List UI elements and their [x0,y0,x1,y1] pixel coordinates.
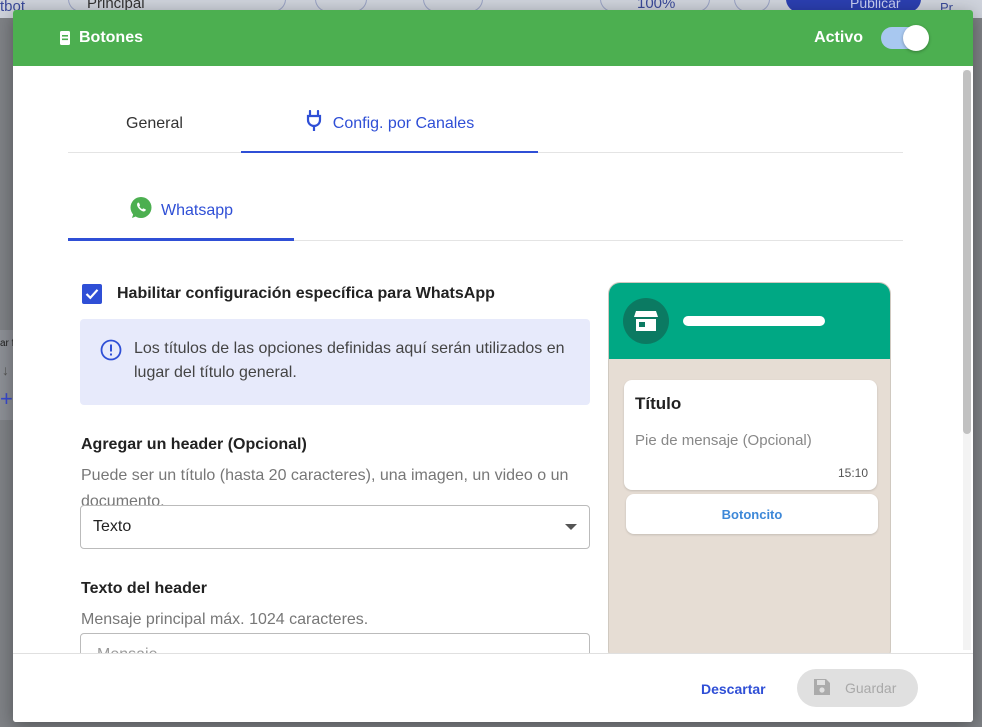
info-alert: Los títulos de las opciones definidas aq… [80,319,590,405]
header-type-value: Texto [93,518,132,535]
save-label: Guardar [845,680,897,696]
enable-whatsapp-label: Habilitar configuración específica para … [117,285,495,302]
chevron-down-icon [565,524,577,530]
tab-general[interactable]: General [68,96,241,152]
dialog-header: Botones Activo [13,10,973,66]
main-tabs: General Config. por Canales [68,96,903,153]
header-text-help: Mensaje principal máx. 1024 caracteres. [81,611,369,628]
toggle-knob [903,25,929,51]
info-text: Los títulos de las opciones definidas aq… [134,340,565,381]
preview-contact-name-placeholder [683,316,825,326]
active-label: Activo [814,29,863,46]
tab-general-label: General [126,115,183,132]
dialog-title: Botones [79,29,143,46]
dialog-scrollbar[interactable] [963,70,971,650]
header-text-label: Texto del header [81,580,207,597]
whatsapp-preview: Título Pie de mensaje (Opcional) 15:10 B… [608,282,891,653]
enable-whatsapp-checkbox[interactable] [82,284,102,304]
enable-whatsapp-config-row[interactable]: Habilitar configuración específica para … [82,284,495,304]
document-icon [59,31,71,45]
save-button[interactable]: Guardar [797,669,918,707]
info-circle-icon [100,339,122,361]
arrow-down-icon: ↓ [2,362,9,378]
dialog-footer: Descartar Guardar [13,653,973,722]
checkmark-icon [85,289,99,300]
store-icon [623,298,669,344]
preview-message-footer: Pie de mensaje (Opcional) [635,432,812,449]
preview-reply-button: Botoncito [626,494,878,534]
preview-message-title: Título [635,394,682,413]
tab-whatsapp-label: Whatsapp [160,201,234,219]
header-section-label: Agregar un header (Opcional) [81,436,307,453]
preview-header [609,283,890,359]
dialog-body: General Config. por Canales Whatsapp Hab… [13,66,973,653]
header-text-input[interactable]: Mensaje [80,633,590,653]
save-icon [813,678,831,699]
active-toggle[interactable] [881,25,929,51]
plug-icon [305,109,323,137]
preview-message-time: 15:10 [837,466,868,480]
plus-icon: + [0,386,13,411]
scrollbar-thumb[interactable] [963,70,971,434]
preview-message-bubble: Título Pie de mensaje (Opcional) 15:10 [624,380,877,490]
header-type-select[interactable]: Texto [80,505,590,549]
tab-channel-config[interactable]: Config. por Canales [241,96,538,153]
discard-button[interactable]: Descartar [691,671,776,707]
channel-tabs: Whatsapp [68,183,903,241]
whatsapp-icon [129,196,153,225]
tab-channel-config-label: Config. por Canales [332,114,475,132]
tab-whatsapp[interactable]: Whatsapp [68,183,294,241]
background-side-node: ar f ↓ + [0,330,14,420]
buttons-dialog: Botones Activo General Config. por Canal… [13,10,973,722]
